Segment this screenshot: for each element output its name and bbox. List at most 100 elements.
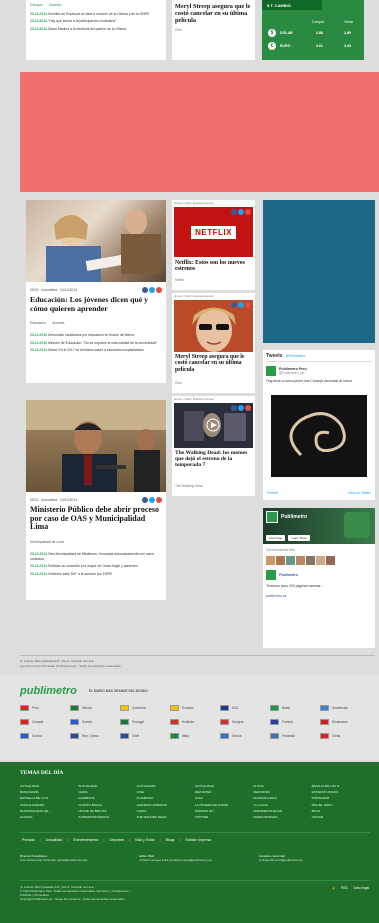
netflix-card[interactable]: Home / Vida / Entretenimiento NETFLIX Ne… xyxy=(172,200,255,290)
tema-link[interactable]: THE WALKING DEAD xyxy=(137,815,195,819)
tema-link[interactable]: MARIA PEDRAZA xyxy=(253,815,311,819)
rss-icon[interactable]: ◉ xyxy=(332,886,335,890)
embed-link[interactable]: Embed xyxy=(267,491,278,496)
country-link[interactable]: Holanda xyxy=(170,719,220,725)
tema-link[interactable]: BIOGI xyxy=(312,809,370,813)
tema-link[interactable]: PRESIDENTE ELIAN xyxy=(253,809,311,813)
country-link[interactable]: Hungría xyxy=(220,719,270,725)
streep-card[interactable]: Home / Vida / Entretenimiento Meryl Stre… xyxy=(172,293,255,393)
contact-value[interactable]: Cristian Liengua Solis (cristian.lengua@… xyxy=(139,858,250,862)
share-buttons[interactable] xyxy=(231,302,251,308)
tweet-author[interactable]: Publimetro Perú @Publimetro_pe xyxy=(266,366,372,376)
view-on-twitter-link[interactable]: View on Twitter xyxy=(348,491,371,496)
article-tag[interactable]: The Walking Dead xyxy=(175,484,203,489)
footer-nav-link[interactable]: Edición Impresa xyxy=(186,838,212,842)
country-link[interactable]: Suecia xyxy=(70,719,120,725)
twitter-handle[interactable]: @Publimetro xyxy=(286,354,306,359)
country-link[interactable]: Suecia xyxy=(20,733,70,739)
country-link[interactable]: Brasil xyxy=(270,705,320,711)
article-title[interactable]: Meryl Streep asegura que le costó cancel… xyxy=(175,354,253,373)
rss-link[interactable]: RSS xyxy=(341,886,348,890)
post-link[interactable]: publimetro.pe xyxy=(266,594,287,599)
contact-value[interactable]: ventaspublimetro@publimetro.pe xyxy=(259,858,370,862)
tema-link[interactable]: MUNICIPALIDAD DE... xyxy=(20,809,78,813)
country-link[interactable]: Ecuador xyxy=(170,705,220,711)
tema-link[interactable]: MIGUEL GRAU xyxy=(312,803,370,807)
country-link[interactable]: Grecia xyxy=(220,733,270,739)
article-title[interactable]: The Walking Dead: los memes que dejó el … xyxy=(175,450,253,469)
official-image[interactable] xyxy=(26,400,166,492)
country-link[interactable]: USA xyxy=(220,705,270,711)
publimetro-logo[interactable]: publimetro xyxy=(20,685,77,697)
tema-link[interactable]: JUAN ALVARADO xyxy=(20,803,78,807)
article-title[interactable]: Educación: Los jóvenes dicen qué y cómo … xyxy=(30,295,162,313)
tema-link[interactable]: PÁRAMO GO xyxy=(195,809,253,813)
country-link[interactable]: Chile xyxy=(120,733,170,739)
country-link[interactable]: Dinamarca xyxy=(320,719,370,725)
tema-link[interactable]: INSTAGRAM xyxy=(312,796,370,800)
article-title[interactable]: Meryl Streep asegura que le costó cancel… xyxy=(175,3,252,24)
tema-link[interactable]: BODA MARÍA xyxy=(20,790,78,794)
footer-nav-link[interactable]: Blogs xyxy=(166,838,175,842)
article-title[interactable]: Netflix: Estos son los nuevos estrenos xyxy=(175,260,253,273)
news-item[interactable]: 23.10.2014 Diana Martina a la electoral … xyxy=(30,27,162,32)
facebook-cover[interactable]: Publimetro Like Page Learn More xyxy=(263,508,375,544)
learn-more-button[interactable]: Learn More xyxy=(288,535,310,541)
country-link[interactable]: China xyxy=(320,733,370,739)
country-link[interactable]: Canadá xyxy=(20,719,70,725)
tema-link[interactable]: LEANDRA HORMANN xyxy=(137,803,195,807)
walking-dead-card[interactable]: Home / Vida / Entretenimiento The Walkin… xyxy=(172,396,255,496)
news-item[interactable]: 23.10.2014 Denuncian candidatos por educ… xyxy=(30,333,162,338)
tema-link[interactable]: GLADIOS GIRLS xyxy=(253,796,311,800)
news-item[interactable]: 23.10.2014 "Hay que sumar a la participa… xyxy=(30,19,162,24)
tag-link[interactable]: Guardia xyxy=(49,3,61,8)
tema-link[interactable]: CINE xyxy=(137,790,195,794)
tag-link[interactable]: Enfoque xyxy=(30,3,43,8)
tema-link[interactable]: ACTUALIDAD xyxy=(78,784,136,788)
country-link[interactable]: México xyxy=(70,705,120,711)
share-buttons[interactable] xyxy=(231,209,251,215)
tag-link[interactable]: Municipalidad de Lima xyxy=(30,540,64,545)
news-item[interactable]: 23.10.2014 Ministro de Educación: "No se… xyxy=(30,341,162,346)
article-title[interactable]: Ministerio Público debe abrir proceso po… xyxy=(30,505,162,532)
tema-link[interactable]: CUANTO BOHOL xyxy=(78,803,136,807)
tema-link[interactable]: LA LUCHA xyxy=(253,803,311,807)
tema-link[interactable]: GOLF xyxy=(195,796,253,800)
footer-nav-link[interactable]: Entretenimiento xyxy=(73,838,98,842)
country-link[interactable]: Italia xyxy=(170,733,220,739)
article-tag[interactable]: Netflix xyxy=(175,278,184,283)
news-item[interactable]: 23.10.2014 Otra Municipalidad de Miraflo… xyxy=(30,552,162,561)
footer-nav-link[interactable]: Deportes xyxy=(109,838,124,842)
news-item[interactable]: 23.10.2014 Gobierno está "fiel" a la san… xyxy=(30,572,162,577)
footer-nav-link[interactable]: Vida y Estilo xyxy=(135,838,155,842)
country-link[interactable]: Finlandia xyxy=(270,733,320,739)
tema-link[interactable]: FACEBOOK xyxy=(78,796,136,800)
country-link[interactable]: Rep. Checa xyxy=(70,733,120,739)
tema-link[interactable]: ACTUALIDAD xyxy=(195,784,253,788)
tema-link[interactable]: TWITTER xyxy=(195,815,253,819)
country-link[interactable]: Guatemala xyxy=(320,705,370,711)
tema-link[interactable]: CHINO xyxy=(137,809,195,813)
tema-link[interactable]: ESTADOS UNIDOS xyxy=(312,790,370,794)
country-link[interactable]: Colombia xyxy=(120,705,170,711)
tag-link[interactable]: Jóvenes xyxy=(52,321,65,326)
tema-link[interactable]: FLAMENGO xyxy=(137,796,195,800)
share-buttons[interactable] xyxy=(231,405,251,411)
article-tag[interactable]: Cine xyxy=(175,381,182,386)
tema-link[interactable]: CHINA xyxy=(78,790,136,794)
tema-link[interactable]: BATALLA DE LOS G. xyxy=(312,784,370,788)
country-link[interactable]: Francia xyxy=(270,719,320,725)
like-page-button[interactable]: Like Page xyxy=(266,535,286,541)
tema-link[interactable]: ACTUALIDAD xyxy=(137,784,195,788)
tema-link[interactable]: LA PRUEBA FELICIDAD xyxy=(195,803,253,807)
ad-banner[interactable] xyxy=(20,72,379,192)
tema-link[interactable]: DEPORTES xyxy=(195,790,253,794)
ad-sidebar[interactable] xyxy=(263,200,375,343)
news-item[interactable]: 23.10.2014 Salud: En el 2017 se brindará… xyxy=(30,348,162,353)
tema-link[interactable]: ALIANZA xyxy=(20,815,78,819)
article-tag[interactable]: Cine xyxy=(175,28,252,33)
tema-link[interactable]: ESTRELLA DE LA W. xyxy=(20,796,78,800)
streep-top-card[interactable]: Meryl Streep asegura que le costó cancel… xyxy=(172,0,255,60)
share-buttons[interactable] xyxy=(142,287,162,293)
students-image[interactable] xyxy=(26,200,166,282)
